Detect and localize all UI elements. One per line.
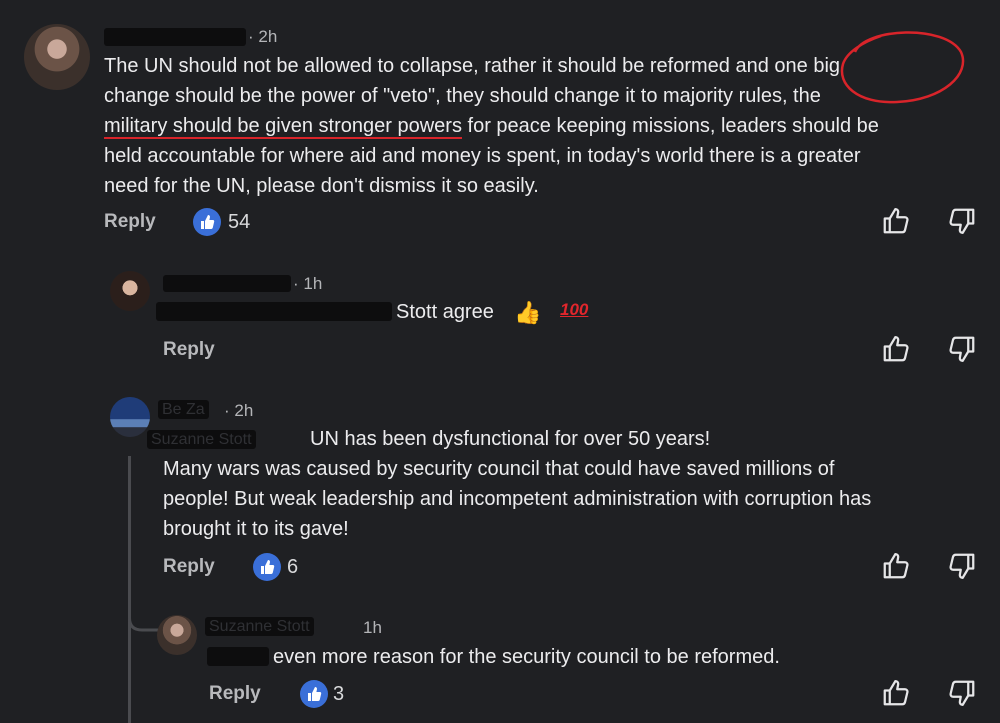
reply-button[interactable]: Reply [209,683,261,705]
redacted-mention [207,647,269,666]
like-badge-icon [253,553,281,581]
comment-line: Many wars was caused by security council… [163,458,835,480]
thumb-down-icon[interactable] [947,206,977,236]
reply-button[interactable]: Reply [163,339,215,361]
like-badge-icon [193,208,221,236]
comment-line: brought it to its gave! [163,518,349,540]
annotation-circle [840,31,965,104]
comment-time: 1h [363,618,382,637]
comment-line: people! But weak leadership and incompet… [163,488,872,510]
comment-body: UN has been dysfunctional for over 50 ye… [163,424,871,544]
comment-text: even more reason for the security counci… [273,646,780,668]
comment-body: The UN should not be allowed to collapse… [104,51,879,201]
reply-button[interactable]: Reply [104,211,156,233]
like-count: 6 [287,556,299,578]
reply-button[interactable]: Reply [163,556,215,578]
thumb-up-icon[interactable] [881,206,911,236]
like-count: 3 [333,683,345,705]
underlined-phrase: military should be given stronger powers [104,115,462,139]
comment-time: · 2h [248,27,278,46]
redacted-username [163,275,291,292]
commenter-name[interactable]: Be Za [158,400,209,419]
avatar[interactable] [110,271,150,311]
redacted-username [104,28,246,46]
comment-line: The UN should not be allowed to collapse… [104,55,841,77]
thumb-up-icon[interactable] [881,334,911,364]
comment-time: · 1h [293,274,323,293]
thumb-up-icon[interactable] [881,678,911,708]
thumb-down-icon[interactable] [947,678,977,708]
thread-connector [128,596,158,632]
comment-line: change should be the power of "veto", th… [104,85,821,107]
hundred-emoji-icon: 100 [560,300,589,319]
thumb-down-icon[interactable] [947,334,977,364]
thumbs-up-emoji-icon: 👍 [514,300,542,325]
comment-time: · 2h [224,401,254,420]
avatar[interactable] [24,24,90,90]
redacted-mention [156,302,392,321]
thread-line [128,640,131,723]
thumb-up-icon[interactable] [881,551,911,581]
commenter-name[interactable]: Suzanne Stott [205,617,314,636]
like-badge-icon [300,680,328,708]
thumb-down-icon[interactable] [947,551,977,581]
comment-text: Stott agree [396,301,494,323]
avatar[interactable] [157,615,197,655]
avatar[interactable] [110,397,150,437]
comment-line-rest: for peace keeping missions, leaders shou… [467,115,879,137]
comment-line: UN has been dysfunctional for over 50 ye… [310,428,711,450]
comment-line: held accountable for where aid and money… [104,145,861,167]
comment-line: need for the UN, please don't dismiss it… [104,175,539,197]
comment-line: military should be given stronger powers… [104,111,879,141]
like-count: 54 [228,211,251,233]
